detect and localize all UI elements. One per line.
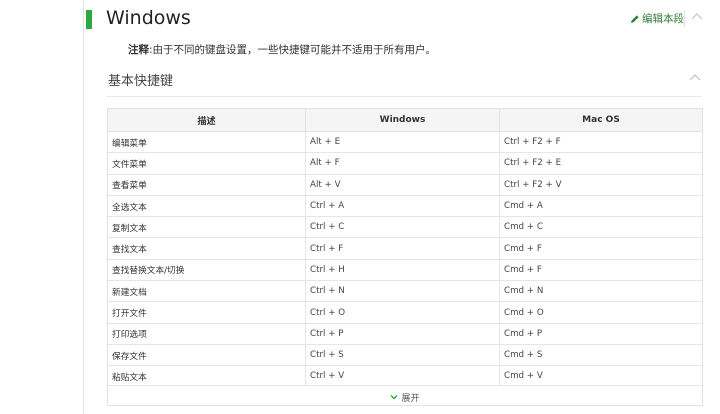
cell-windows-shortcut: Alt + F	[305, 152, 500, 175]
cell-description: 编辑菜单	[108, 131, 306, 154]
column-header-macos: Mac OS	[499, 109, 702, 132]
shortcut-table: 描述 Windows Mac OS 编辑菜单 Alt + E Ctrl + F2…	[108, 109, 702, 388]
cell-description: 查看菜单	[108, 174, 306, 196]
table-row: 查找文本 Ctrl + F Cmd + F	[108, 237, 702, 260]
cell-description: 粘贴文本	[108, 365, 306, 388]
pencil-icon	[631, 14, 639, 23]
cell-description: 保存文件	[108, 344, 306, 367]
shortcut-table-container: 描述 Windows Mac OS 编辑菜单 Alt + E Ctrl + F2…	[107, 108, 703, 406]
cell-description: 复制文本	[108, 216, 306, 239]
table-header-row: 描述 Windows Mac OS	[108, 109, 702, 132]
cell-windows-shortcut: Ctrl + O	[305, 301, 500, 324]
expand-table-button[interactable]: 展开	[108, 385, 702, 405]
table-row: 全选文本 Ctrl + A Cmd + A	[108, 195, 702, 218]
table-row: 复制文本 Ctrl + C Cmd + C	[108, 216, 702, 239]
section-accent-bar	[86, 10, 92, 29]
cell-windows-shortcut: Alt + V	[305, 174, 500, 196]
header-divider	[684, 10, 685, 27]
cell-mac-shortcut: Ctrl + F2 + E	[499, 152, 702, 175]
cell-mac-shortcut: Cmd + O	[499, 301, 702, 324]
table-row: 编辑菜单 Alt + E Ctrl + F2 + F	[108, 131, 702, 154]
cell-mac-shortcut: Cmd + F	[499, 237, 702, 260]
table-row: 保存文件 Ctrl + S Cmd + S	[108, 344, 702, 367]
subsection-divider	[106, 96, 702, 97]
cell-description: 查找文本	[108, 237, 306, 260]
cell-windows-shortcut: Ctrl + H	[305, 259, 500, 282]
cell-mac-shortcut: Cmd + N	[499, 280, 702, 303]
note-body: :由于不同的键盘设置，一些快捷键可能并不适用于所有用户。	[149, 44, 437, 56]
cell-description: 文件菜单	[108, 152, 306, 175]
table-row: 查看菜单 Alt + V Ctrl + F2 + V	[108, 174, 702, 196]
column-header-windows: Windows	[305, 109, 500, 132]
subsection-title: 基本快捷键	[108, 74, 174, 89]
cell-description: 新建文档	[108, 280, 306, 303]
chevron-up-icon[interactable]	[691, 11, 703, 23]
edit-section-link[interactable]: 编辑本段	[630, 11, 684, 26]
section-title: Windows	[106, 7, 191, 29]
cell-windows-shortcut: Ctrl + A	[305, 195, 500, 218]
cell-windows-shortcut: Ctrl + P	[305, 323, 500, 345]
table-row: 打开文件 Ctrl + O Cmd + O	[108, 301, 702, 324]
cell-windows-shortcut: Alt + E	[305, 131, 500, 154]
cell-windows-shortcut: Ctrl + F	[305, 237, 500, 260]
cell-windows-shortcut: Ctrl + S	[305, 344, 500, 367]
table-row: 新建文档 Ctrl + N Cmd + N	[108, 280, 702, 303]
chevron-up-icon[interactable]	[689, 72, 701, 84]
cell-description: 打印选项	[108, 323, 306, 345]
table-row: 文件菜单 Alt + F Ctrl + F2 + E	[108, 152, 702, 175]
chevron-down-icon	[390, 395, 398, 400]
table-row: 粘贴文本 Ctrl + V Cmd + V	[108, 365, 702, 388]
cell-mac-shortcut: Cmd + C	[499, 216, 702, 239]
content-left-border	[83, 0, 84, 414]
cell-windows-shortcut: Ctrl + N	[305, 280, 500, 303]
cell-mac-shortcut: Ctrl + F2 + F	[499, 131, 702, 154]
expand-label: 展开	[401, 393, 420, 404]
cell-mac-shortcut: Cmd + P	[499, 323, 702, 345]
table-row: 打印选项 Ctrl + P Cmd + P	[108, 323, 702, 345]
cell-mac-shortcut: Cmd + V	[499, 365, 702, 388]
column-header-description: 描述	[108, 109, 306, 132]
edit-section-label: 编辑本段	[642, 13, 684, 25]
cell-mac-shortcut: Cmd + F	[499, 259, 702, 282]
cell-windows-shortcut: Ctrl + C	[305, 216, 500, 239]
cell-mac-shortcut: Ctrl + F2 + V	[499, 174, 702, 196]
table-row: 查找替换文本/切换 Ctrl + H Cmd + F	[108, 259, 702, 282]
cell-description: 全选文本	[108, 195, 306, 218]
note-text: 注释:由于不同的键盘设置，一些快捷键可能并不适用于所有用户。	[128, 42, 436, 57]
cell-mac-shortcut: Cmd + A	[499, 195, 702, 218]
cell-mac-shortcut: Cmd + S	[499, 344, 702, 367]
note-prefix: 注释	[128, 44, 149, 56]
cell-description: 查找替换文本/切换	[108, 259, 306, 282]
cell-description: 打开文件	[108, 301, 306, 324]
cell-windows-shortcut: Ctrl + V	[305, 365, 500, 388]
